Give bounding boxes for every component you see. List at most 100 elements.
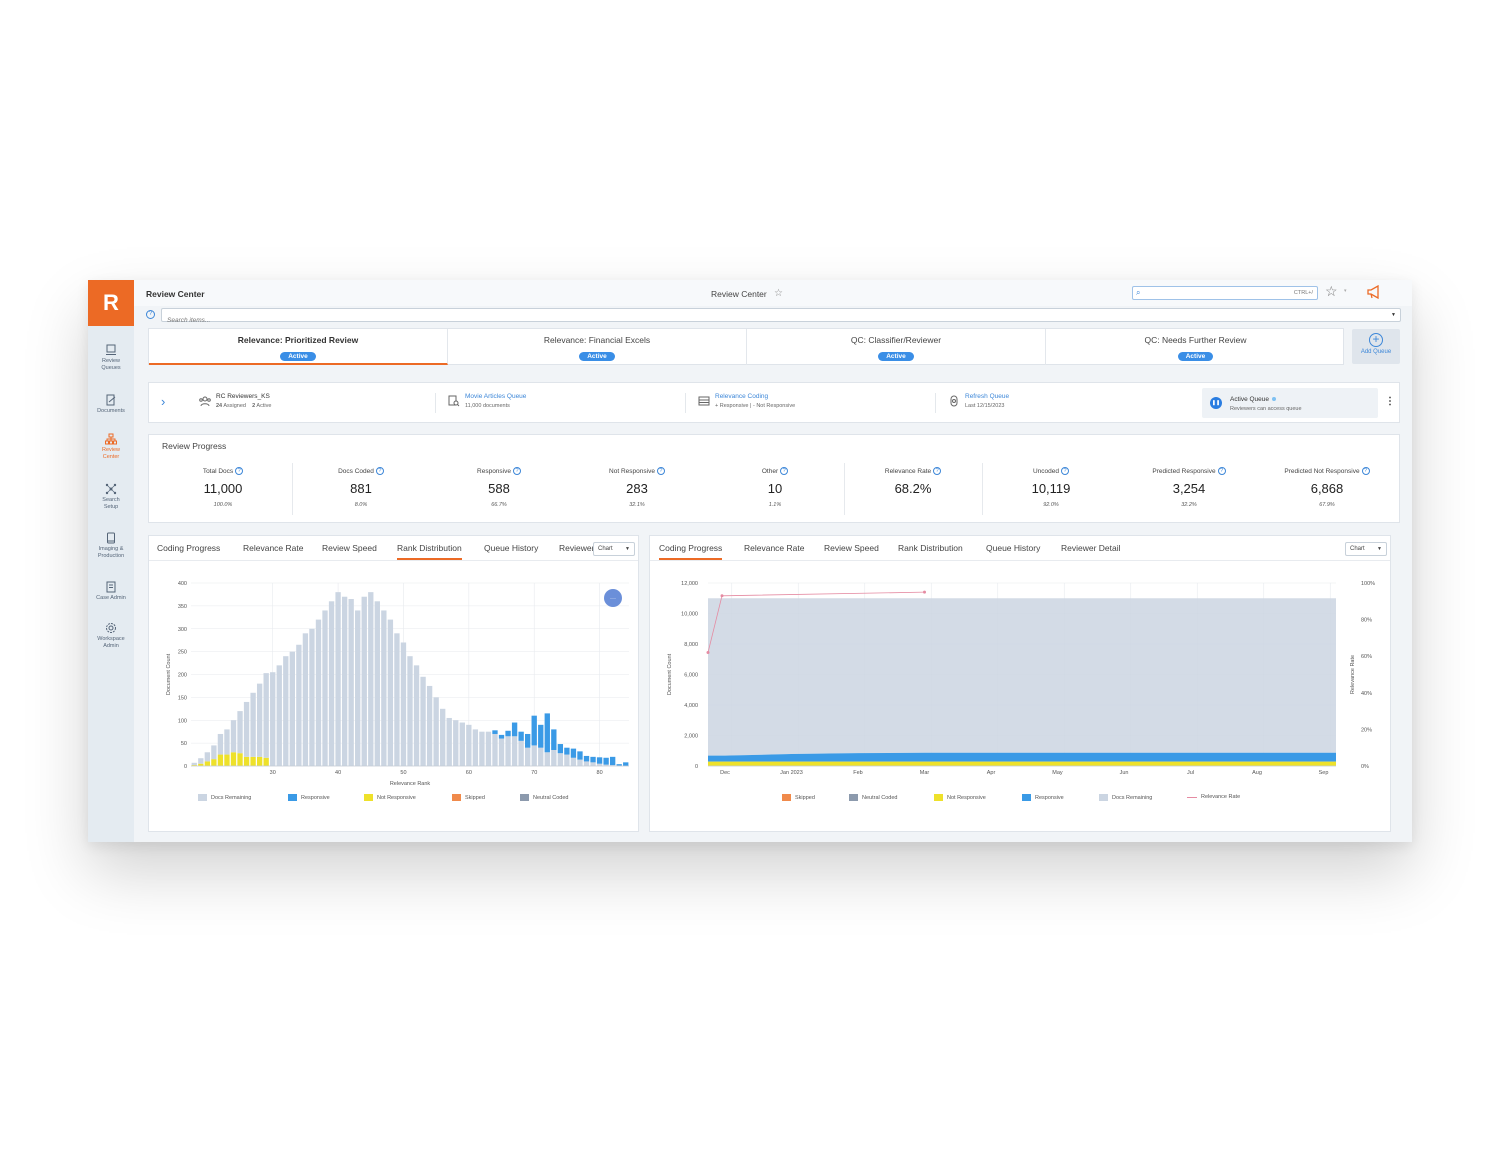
bar-not-responsive — [250, 756, 256, 766]
help-icon[interactable]: ? — [933, 467, 942, 475]
items-search-field[interactable]: ▼ — [161, 308, 1401, 327]
tab-relevance-prioritized-review[interactable]: Relevance: Prioritized Review Active — [149, 329, 448, 365]
bar-docs-remaining — [557, 753, 564, 766]
nav-review-center[interactable]: Review Center — [88, 433, 134, 461]
app-logo[interactable]: R — [88, 280, 134, 326]
tab-coding-progress[interactable]: Coding Progress — [157, 543, 220, 553]
legend-responsive[interactable]: Responsive — [1022, 794, 1064, 801]
legend-docs-remaining[interactable]: Docs Remaining — [198, 794, 251, 801]
help-icon[interactable]: ? — [1361, 467, 1370, 475]
megaphone-icon[interactable] — [1366, 284, 1382, 304]
bar-docs-remaining — [459, 722, 465, 766]
nav-imaging-production[interactable]: Imaging & Production — [88, 532, 134, 560]
bar-docs-remaining — [544, 752, 550, 766]
edit-document-icon — [106, 394, 116, 406]
stat-other: Other? 10 1.1% — [706, 467, 844, 508]
chart-type-select[interactable]: Chart ▼ — [593, 542, 635, 556]
tab-reviewer-detail[interactable]: Reviewer Detail — [1061, 543, 1121, 553]
help-icon[interactable]: ? — [512, 467, 521, 475]
nav-review-queues[interactable]: Review Queues — [88, 344, 134, 372]
legend-relevance-rate[interactable]: Relevance Rate — [1187, 794, 1240, 800]
search-input[interactable] — [162, 314, 1362, 327]
chart-tabs: Coding Progress Relevance Rate Review Sp… — [149, 536, 638, 561]
nav-workspace-admin[interactable]: Workspace Admin — [88, 622, 134, 650]
y-tick-label: 300 — [178, 627, 187, 633]
queue-tabs: Relevance: Prioritized Review Active Rel… — [148, 328, 1344, 365]
legend-not-responsive[interactable]: Not Responsive — [364, 794, 416, 801]
legend-not-responsive[interactable]: Not Responsive — [934, 794, 986, 801]
favorite-star-icon[interactable]: ☆ — [774, 288, 783, 299]
global-search-input[interactable]: ⌕ CTRL+/ — [1132, 286, 1318, 300]
nav-case-admin[interactable]: Case Admin — [88, 581, 134, 602]
point-relevance-rate — [706, 651, 710, 655]
network-icon — [105, 483, 117, 495]
legend-responsive[interactable]: Responsive — [288, 794, 330, 801]
app-title: Review Center — [146, 289, 205, 299]
bar-responsive — [616, 764, 622, 766]
tab-relevance-rate[interactable]: Relevance Rate — [744, 543, 804, 553]
bar-docs-remaining — [413, 665, 420, 766]
tab-qc-needs-further-review[interactable]: QC: Needs Further Review Active — [1046, 329, 1345, 365]
bar-docs-remaining — [498, 738, 505, 766]
book-icon — [107, 532, 115, 544]
bar-responsive — [511, 722, 518, 737]
nav-documents[interactable]: Documents — [88, 394, 134, 415]
nav-search-setup[interactable]: Search Setup — [88, 483, 134, 511]
help-icon[interactable]: ? — [1217, 467, 1226, 475]
queue-status-toggle[interactable]: ❚❚ Active Queue Reviewers can access que… — [1202, 388, 1378, 418]
add-queue-button[interactable]: + Add Queue — [1352, 329, 1400, 364]
bar-docs-remaining — [570, 757, 577, 766]
x-tick-label: Jan 2023 — [780, 770, 803, 776]
help-icon[interactable]: ? — [146, 310, 155, 319]
tab-queue-history[interactable]: Queue History — [986, 543, 1040, 553]
x-tick-label: 30 — [270, 770, 276, 776]
legend-skipped[interactable]: Skipped — [782, 794, 815, 801]
legend-docs-remaining[interactable]: Docs Remaining — [1099, 794, 1152, 801]
chevron-down-icon[interactable]: ▾ — [1344, 288, 1347, 294]
bar-not-responsive — [217, 754, 224, 766]
bar-docs-remaining — [577, 759, 583, 766]
chevron-down-icon[interactable]: ▼ — [1391, 312, 1396, 318]
help-icon[interactable]: ? — [235, 467, 244, 475]
x-tick-label: Jun — [1120, 770, 1129, 776]
bar-docs-remaining — [296, 644, 302, 766]
y2-axis-label: Relevance Rate — [1350, 655, 1356, 694]
coding-link[interactable]: Relevance Coding — [715, 393, 768, 400]
legend-skipped[interactable]: Skipped — [452, 794, 485, 801]
bar-docs-remaining — [263, 673, 269, 758]
help-icon[interactable]: ? — [656, 467, 665, 475]
tab-rank-distribution[interactable]: Rank Distribution — [898, 543, 963, 553]
status-dot — [1272, 397, 1277, 402]
help-icon[interactable]: ? — [375, 467, 384, 475]
tab-queue-history[interactable]: Queue History — [484, 543, 538, 553]
status-badge: Active — [280, 352, 316, 361]
y-tick-label: 4,000 — [684, 703, 698, 709]
bar-docs-remaining — [283, 656, 289, 766]
bar-responsive — [551, 729, 557, 750]
tab-qc-classifier-reviewer[interactable]: QC: Classifier/Reviewer Active — [747, 329, 1046, 365]
help-icon[interactable]: ? — [780, 467, 789, 475]
bar-docs-remaining — [270, 672, 276, 766]
expand-chevron-icon[interactable]: › — [161, 394, 165, 409]
refresh-queue-link[interactable]: Refresh Queue — [965, 393, 1009, 400]
tab-review-speed[interactable]: Review Speed — [322, 543, 377, 553]
case-icon — [106, 581, 116, 593]
tab-review-speed[interactable]: Review Speed — [824, 543, 879, 553]
point-relevance-rate — [923, 590, 926, 594]
favorites-star-icon[interactable]: ☆ — [1325, 283, 1338, 300]
legend-neutral-coded[interactable]: Neutral Coded — [849, 794, 897, 801]
tab-label: Relevance: Financial Excels — [543, 335, 651, 345]
tab-coding-progress[interactable]: Coding Progress — [659, 543, 723, 560]
bar-docs-remaining — [374, 601, 380, 766]
help-icon[interactable]: ? — [1061, 467, 1070, 475]
review-progress-card: Review Progress Total Docs? 11,000 100.0% … — [148, 434, 1400, 523]
tab-rank-distribution[interactable]: Rank Distribution — [397, 543, 462, 560]
pause-icon[interactable]: ❚❚ — [1210, 397, 1222, 409]
chart-type-select[interactable]: Chart ▼ — [1345, 542, 1387, 556]
tab-relevance-rate[interactable]: Relevance Rate — [243, 543, 303, 553]
legend-neutral-coded[interactable]: Neutral Coded — [520, 794, 568, 801]
more-options-icon[interactable]: ⋮ — [1385, 396, 1395, 407]
tab-relevance-financial-excels[interactable]: Relevance: Financial Excels Active — [448, 329, 747, 365]
dataset-link[interactable]: Movie Articles Queue — [465, 393, 526, 400]
bar-docs-remaining — [433, 697, 439, 766]
